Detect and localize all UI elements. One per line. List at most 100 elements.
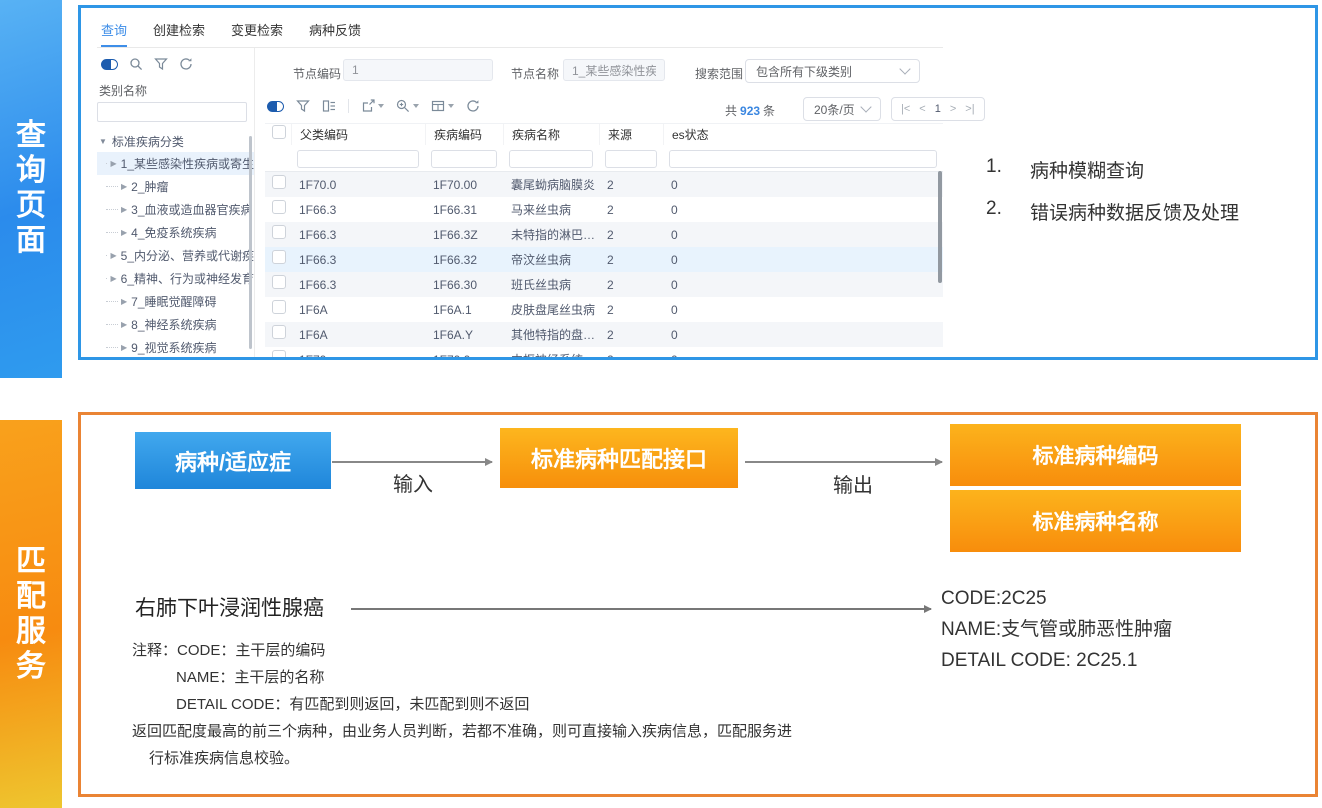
table-column-header[interactable]: 疾病编码 xyxy=(425,124,503,145)
cell-es-status: 0 xyxy=(663,203,943,217)
table-row[interactable]: 1F70.0 1F70.00 囊尾蚴病脑膜炎 2 0 xyxy=(265,172,943,197)
tree-item[interactable]: ▶ 4_免疫系统疾病 xyxy=(97,221,254,244)
tree-item[interactable]: ▶ 2_肿瘤 xyxy=(97,175,254,198)
tab[interactable]: 病种反馈 xyxy=(309,20,361,47)
chevron-right-icon[interactable]: ▶ xyxy=(121,297,127,306)
tree-item[interactable]: ▶ 3_血液或造血器官疾病 xyxy=(97,198,254,221)
chevron-right-icon[interactable]: ▶ xyxy=(121,320,127,329)
export-icon xyxy=(361,99,375,113)
list-item: 1. 病种模糊查询 xyxy=(986,156,1239,183)
column-header-label: 疾病编码 xyxy=(434,126,482,143)
column-filter-input[interactable] xyxy=(431,150,497,168)
column-filter-input[interactable] xyxy=(605,150,657,168)
toggle-icon[interactable] xyxy=(267,101,284,112)
match-annotations: 注释：CODE：主干层的编码NAME：主干层的名称DETAIL CODE：有匹配… xyxy=(132,637,792,772)
export-menu[interactable] xyxy=(361,99,384,113)
row-checkbox[interactable] xyxy=(272,325,286,339)
columns-icon[interactable] xyxy=(322,99,336,113)
chevron-right-icon[interactable]: ▶ xyxy=(121,228,127,237)
chevron-right-icon[interactable]: ▶ xyxy=(121,205,127,214)
tree-root[interactable]: ▼ 标准疾病分类 xyxy=(97,130,254,152)
list-item-text: 病种模糊查询 xyxy=(1030,156,1144,183)
row-checkbox[interactable] xyxy=(272,275,286,289)
tree-item[interactable]: ▶ 8_神经系统疾病 xyxy=(97,313,254,336)
cell-disease-code: 1F6A.1 xyxy=(425,303,503,317)
tree-item-label: 1_某些感染性疾病或寄生 xyxy=(121,155,254,172)
first-page-icon[interactable]: |< xyxy=(901,103,910,115)
current-page[interactable]: 1 xyxy=(935,103,941,115)
tab[interactable]: 变更检索 xyxy=(231,20,283,47)
toggle-icon[interactable] xyxy=(101,59,118,70)
table-column-header[interactable]: 疾病名称 xyxy=(503,124,599,145)
tree-item[interactable]: ▶ 9_视觉系统疾病 xyxy=(97,336,254,357)
input-arrow-label: 输入 xyxy=(393,468,433,497)
tree-connector xyxy=(106,301,118,302)
table-row[interactable]: 1F66.3 1F66.32 帝汶丝虫病 2 0 xyxy=(265,247,943,272)
table-column-header[interactable]: 父类编码 xyxy=(291,124,425,145)
node-code-input[interactable] xyxy=(343,59,493,81)
column-header-label: 疾病名称 xyxy=(512,126,560,143)
table-column-header[interactable]: 来源 xyxy=(599,124,663,145)
tab[interactable]: 创建检索 xyxy=(153,20,205,47)
table-column-header[interactable]: es状态 xyxy=(663,124,943,145)
cell-source: 2 xyxy=(599,228,663,242)
row-checkbox[interactable] xyxy=(272,300,286,314)
row-checkbox[interactable] xyxy=(272,250,286,264)
prev-page-icon[interactable]: < xyxy=(919,103,925,115)
chevron-down-icon xyxy=(860,101,871,112)
table-row[interactable]: 1F6A 1F6A.1 皮肤盘尾丝虫病 2 0 xyxy=(265,297,943,322)
tree-item[interactable]: ▶ 7_睡眠觉醒障碍 xyxy=(97,290,254,313)
tree-item[interactable]: ▶ 6_精神、行为或神经发育 xyxy=(97,267,254,290)
cell-disease-name: 中枢神经系统囊尾... xyxy=(503,351,599,357)
table-row[interactable]: 1F66.3 1F66.3Z 未特指的淋巴丝虫病 2 0 xyxy=(265,222,943,247)
caret-down-icon xyxy=(378,104,384,108)
chevron-down-icon[interactable]: ▼ xyxy=(99,137,107,146)
record-total: 共923条 xyxy=(725,102,775,119)
row-checkbox[interactable] xyxy=(272,225,286,239)
filter-icon[interactable] xyxy=(296,99,310,113)
flow-api-box: 标准病种匹配接口 xyxy=(500,428,738,488)
tree-connector xyxy=(106,255,107,256)
refresh-icon[interactable] xyxy=(466,99,480,113)
tab[interactable]: 查询 xyxy=(101,20,127,47)
last-page-icon[interactable]: >| xyxy=(965,103,974,115)
column-filter-cell xyxy=(425,149,503,168)
chevron-right-icon[interactable]: ▶ xyxy=(110,159,116,168)
search-icon[interactable] xyxy=(129,57,143,71)
row-checkbox[interactable] xyxy=(272,175,286,189)
column-filter-input[interactable] xyxy=(669,150,937,168)
column-filter-input[interactable] xyxy=(509,150,593,168)
disease-table: 父类编码疾病编码 疾病名称 来源es状态 1F70.0 1F70.00 囊尾蚴病脑膜… xyxy=(265,123,943,357)
search-scope-select[interactable]: 包含所有下级类别 xyxy=(745,59,920,83)
table-row[interactable]: 1F66.3 1F66.30 班氏丝虫病 2 0 xyxy=(265,272,943,297)
category-name-input[interactable] xyxy=(97,102,247,122)
select-all-checkbox[interactable] xyxy=(272,125,286,139)
grid-view-menu[interactable] xyxy=(431,99,454,113)
row-checkbox[interactable] xyxy=(272,200,286,214)
next-page-icon[interactable]: > xyxy=(950,103,956,115)
node-code-label: 节点编码 xyxy=(293,65,341,82)
tree-item[interactable]: ▶ 1_某些感染性疾病或寄生 xyxy=(97,152,254,175)
cell-source: 2 xyxy=(599,178,663,192)
chevron-right-icon[interactable]: ▶ xyxy=(110,274,116,283)
row-checkbox[interactable] xyxy=(272,350,286,357)
chevron-right-icon[interactable]: ▶ xyxy=(121,343,127,352)
filter-icon[interactable] xyxy=(154,57,168,71)
page-size-select[interactable]: 20条/页 xyxy=(803,97,881,121)
list-item-text: 错误病种数据反馈及处理 xyxy=(1030,198,1239,225)
table-row[interactable]: 1F70 1F70.0 中枢神经系统囊尾... 2 0 xyxy=(265,347,943,357)
node-name-input[interactable] xyxy=(563,59,665,81)
table-row[interactable]: 1F6A 1F6A.Y 其他特指的盘尾丝... 2 0 xyxy=(265,322,943,347)
input-arrow xyxy=(332,461,492,463)
refresh-icon[interactable] xyxy=(179,57,193,71)
row-checkbox-cell xyxy=(265,200,291,219)
tree-scrollbar[interactable] xyxy=(249,136,252,349)
chevron-right-icon[interactable]: ▶ xyxy=(121,182,127,191)
row-checkbox-cell xyxy=(265,300,291,319)
chevron-right-icon[interactable]: ▶ xyxy=(110,251,116,260)
tree-item[interactable]: ▶ 5_内分泌、营养或代谢疾 xyxy=(97,244,254,267)
column-filter-input[interactable] xyxy=(297,150,419,168)
table-row[interactable]: 1F66.3 1F66.31 马来丝虫病 2 0 xyxy=(265,197,943,222)
zoom-search-menu[interactable] xyxy=(396,99,419,113)
table-scrollbar[interactable] xyxy=(938,171,942,283)
